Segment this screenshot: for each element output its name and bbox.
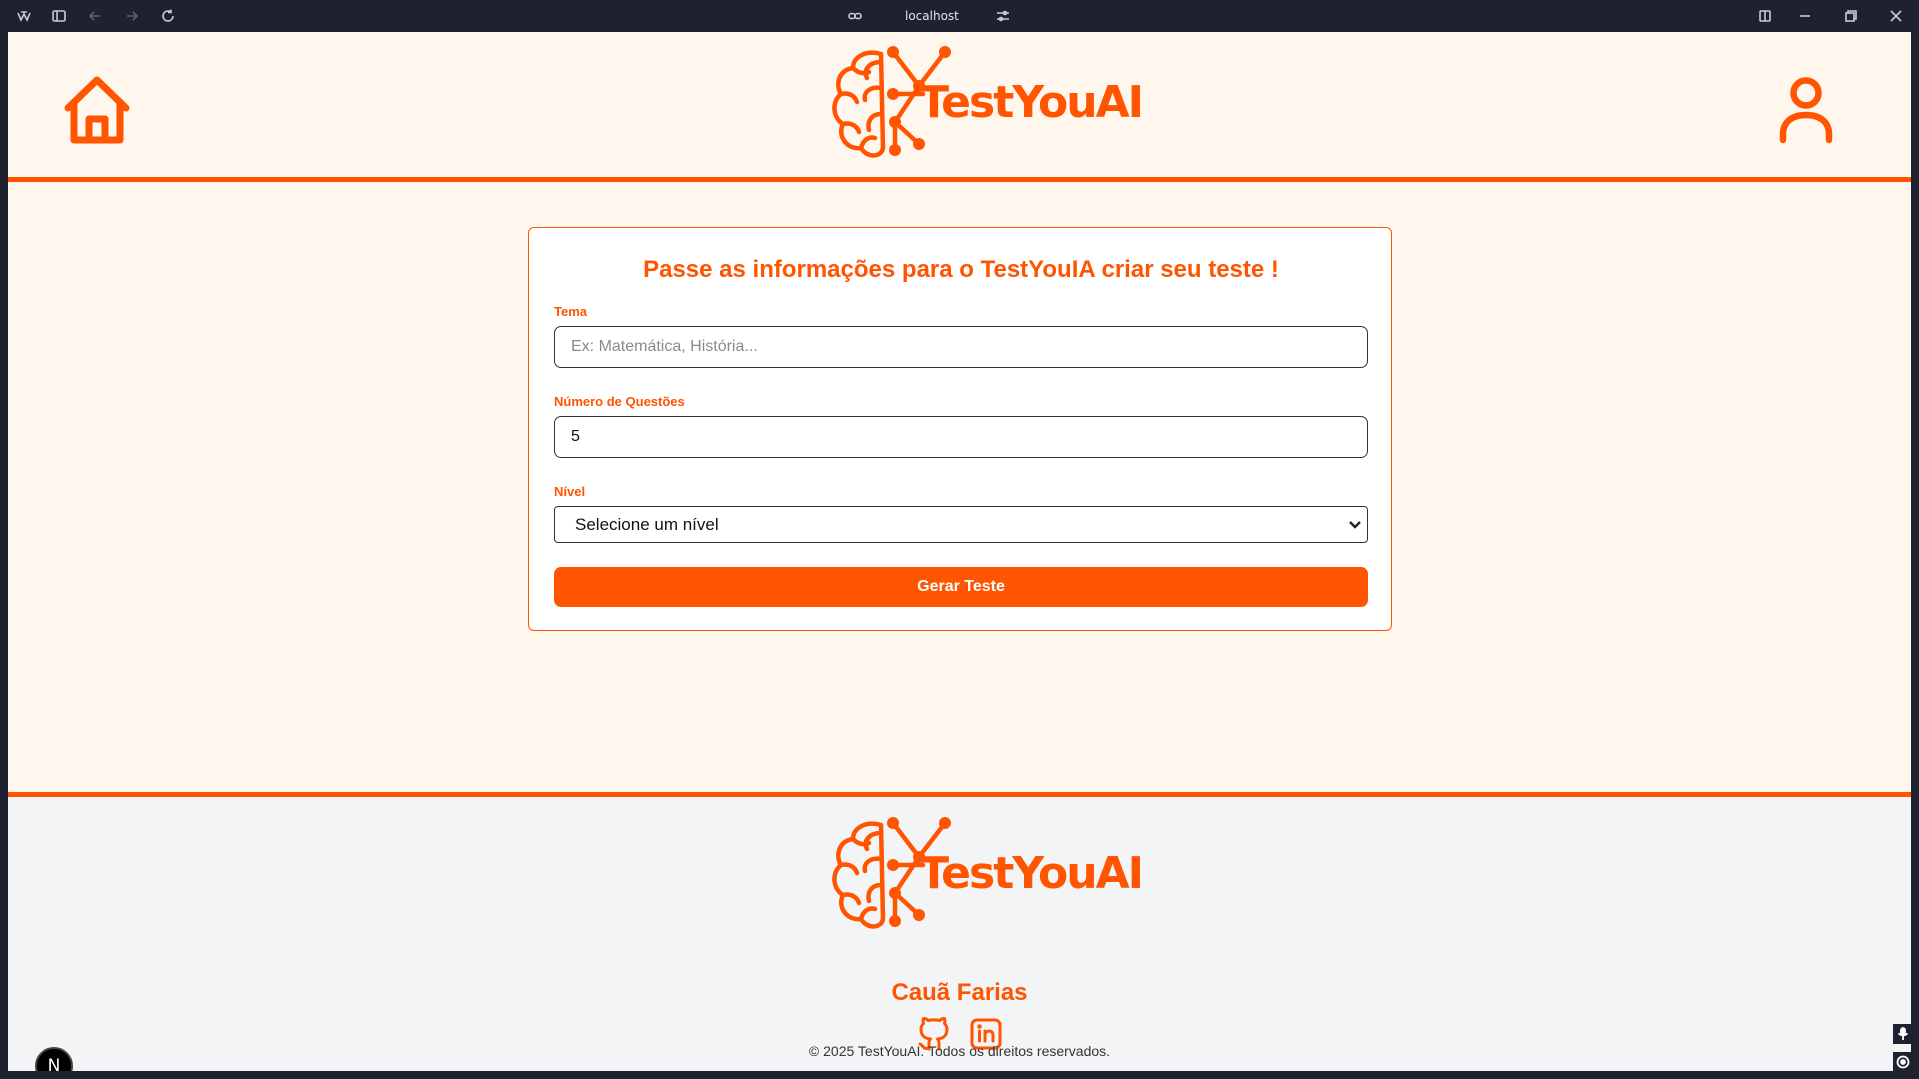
minimize-icon[interactable] bbox=[1797, 8, 1813, 24]
tema-label: Tema bbox=[554, 304, 587, 319]
page-viewport: TestYouAI Passe as informações para o Te… bbox=[8, 32, 1911, 1071]
nivel-select[interactable]: Selecione um nível bbox=[554, 506, 1368, 543]
chevron-down-icon bbox=[1349, 520, 1361, 529]
questoes-label: Número de Questões bbox=[554, 394, 685, 409]
nivel-select-value: Selecione um nível bbox=[575, 514, 719, 534]
browser-menu-icon[interactable] bbox=[16, 8, 32, 24]
footer-logo: TestYouAI bbox=[823, 815, 1144, 931]
author-name: Cauã Farias bbox=[891, 979, 1028, 1006]
home-icon[interactable] bbox=[62, 74, 132, 146]
close-icon[interactable] bbox=[1888, 8, 1904, 24]
logo-wordmark: TestYouAI bbox=[919, 76, 1144, 128]
site-footer: TestYouAI Cauã Farias © 2025 TestYouAI. … bbox=[8, 792, 1911, 1071]
footer-logo-wordmark: TestYouAI bbox=[919, 847, 1144, 899]
nivel-label: Nível bbox=[554, 484, 586, 499]
header-logo[interactable]: TestYouAI bbox=[823, 44, 1144, 160]
site-header: TestYouAI bbox=[8, 32, 1911, 182]
split-view-icon[interactable] bbox=[1757, 8, 1773, 24]
microphone-icon[interactable] bbox=[1893, 1024, 1913, 1044]
forward-arrow-icon[interactable] bbox=[124, 8, 140, 24]
back-arrow-icon[interactable] bbox=[87, 8, 103, 24]
link-icon[interactable] bbox=[847, 8, 863, 24]
tema-input[interactable] bbox=[554, 326, 1368, 368]
address-bar[interactable]: localhost bbox=[905, 9, 959, 23]
site-settings-icon[interactable] bbox=[995, 8, 1011, 24]
restore-icon[interactable] bbox=[1843, 8, 1859, 24]
form-title: Passe as informações para o TestYouIA cr… bbox=[643, 256, 1279, 283]
sidebar-toggle-icon[interactable] bbox=[51, 8, 67, 24]
create-test-form: Passe as informações para o TestYouIA cr… bbox=[528, 227, 1392, 631]
questoes-input[interactable] bbox=[554, 416, 1368, 458]
user-icon[interactable] bbox=[1778, 76, 1834, 144]
generate-test-button[interactable]: Gerar Teste bbox=[554, 567, 1368, 607]
reload-icon[interactable] bbox=[160, 8, 176, 24]
browser-toolbar: localhost bbox=[0, 0, 1919, 32]
copyright-text: © 2025 TestYouAI. Todos os direitos rese… bbox=[808, 1043, 1111, 1059]
screen-capture-icon[interactable] bbox=[1893, 1052, 1913, 1072]
